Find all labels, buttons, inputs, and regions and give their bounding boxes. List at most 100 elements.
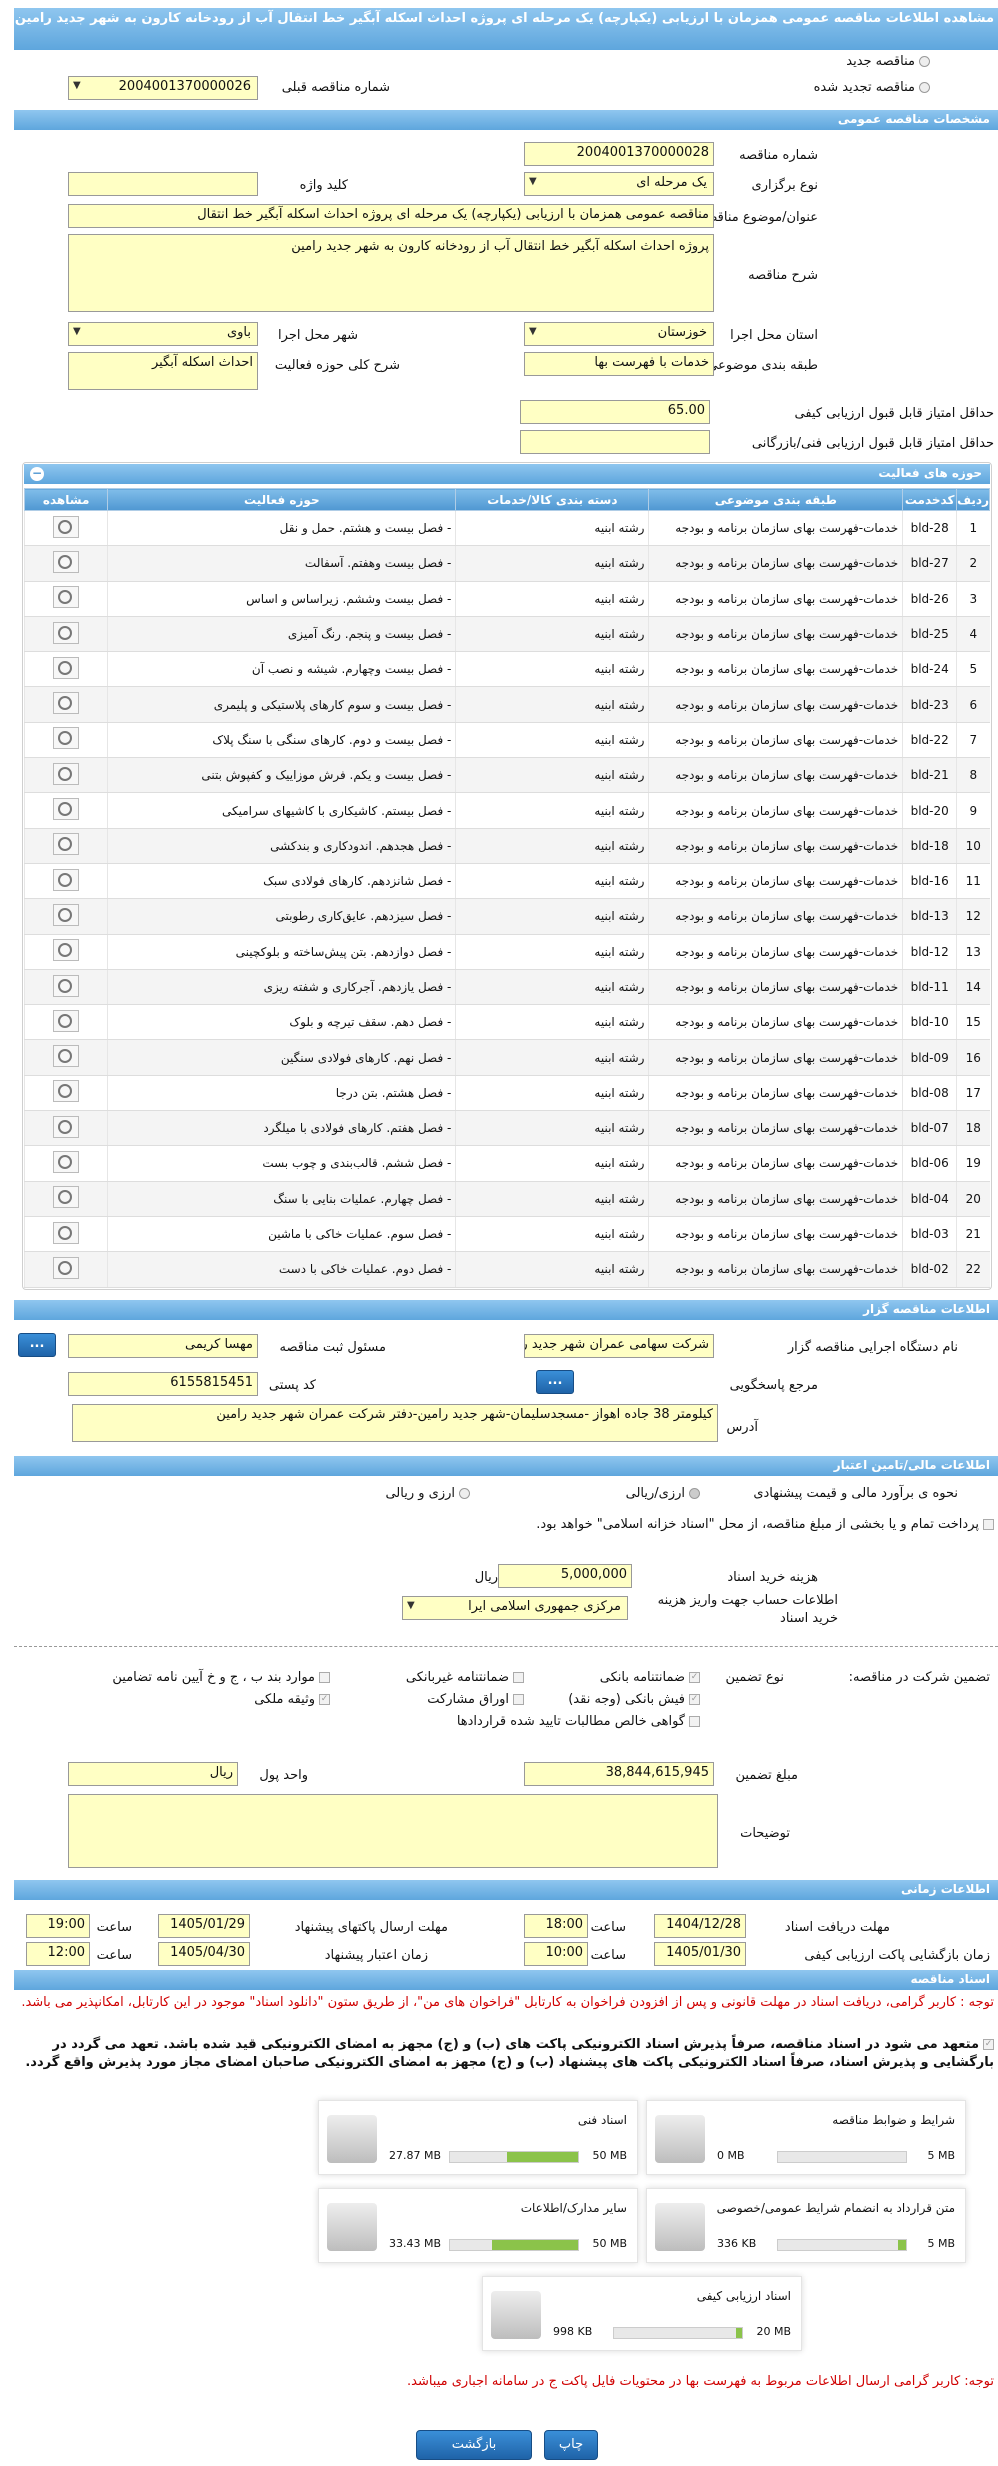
activity-scope: - فصل هشتم. بتن درجا <box>107 1075 456 1112</box>
org-label: نام دستگاه اجرایی مناقصه گزار <box>787 1340 958 1355</box>
min-quality-field[interactable]: 65.00 <box>520 400 710 424</box>
file-card[interactable]: اسناد ارزیابی کیفی 998 KB 20 MB <box>482 2276 802 2351</box>
guarantee-property[interactable]: ✓وثیقه ملکی <box>254 1692 330 1707</box>
keyword-field[interactable] <box>68 172 258 196</box>
view-icon[interactable] <box>53 515 80 538</box>
holding-type-select[interactable]: یک مرحله ای ▼ <box>524 172 714 196</box>
organizer-section-header: اطلاعات مناقصه گزار <box>14 1300 998 1320</box>
row-number: 12 <box>956 898 990 935</box>
min-tech-field[interactable] <box>520 430 710 454</box>
view-cell <box>23 757 108 794</box>
open-date[interactable]: 1405/01/30 <box>654 1942 746 1966</box>
view-icon[interactable] <box>53 1186 80 1209</box>
view-icon[interactable] <box>53 1256 80 1279</box>
subject-type: خدمات-فهرست بهای سازمان برنامه و بودجه <box>648 616 903 653</box>
subject-field[interactable]: مناقصه عمومی همزمان با ارزیابی (یکپارچه)… <box>68 204 714 228</box>
view-icon[interactable] <box>53 1150 80 1173</box>
col-group: دسته بندی کالا/خدمات <box>455 488 650 511</box>
currency-field[interactable]: ریال <box>68 1762 238 1786</box>
notes-field[interactable] <box>68 1794 718 1868</box>
view-icon[interactable] <box>53 974 80 997</box>
guarantee-bank[interactable]: ✓ضمانتنامه بانکی <box>600 1670 700 1685</box>
usage-fill <box>897 2240 906 2250</box>
file-card[interactable]: اسناد فنی 27.87 MB 50 MB <box>318 2100 638 2175</box>
back-button[interactable]: بازگشت <box>416 2430 532 2460</box>
org-field[interactable]: شرکت سهامی عمران شهر جدید رامین <box>524 1334 714 1358</box>
row-number: 2 <box>956 545 990 582</box>
view-icon[interactable] <box>53 656 80 679</box>
general-section-header: مشخصات مناقصه عمومی <box>14 110 998 130</box>
category-label: طبقه بندی موضوعی <box>707 358 818 373</box>
guarantee-claims[interactable]: گواهی خالص مطالبات تایید شده قراردادها <box>457 1714 700 1729</box>
receive-date[interactable]: 1404/12/28 <box>654 1914 746 1938</box>
account-select[interactable]: مرکزی جمهوری اسلامی ایرا ▼ <box>402 1596 628 1620</box>
file-card[interactable]: شرایط و ضوابط مناقصه 0 MB 5 MB <box>646 2100 966 2175</box>
renewed-tender-radio[interactable]: مناقصه تجدید شده <box>814 80 930 95</box>
prev-number-select[interactable]: 2004001370000026 ▼ <box>68 76 258 100</box>
subject-type: خدمات-فهرست بهای سازمان برنامه و بودجه <box>648 1075 903 1112</box>
view-icon[interactable] <box>53 903 80 926</box>
doc-fee-field[interactable]: 5,000,000 <box>498 1564 632 1588</box>
new-tender-radio[interactable]: مناقصه جدید <box>846 54 930 69</box>
scope-field[interactable]: احداث اسکله آبگیر <box>68 352 258 390</box>
view-icon[interactable] <box>53 798 80 821</box>
ref-lookup-button[interactable]: ... <box>536 1370 574 1394</box>
submit-time[interactable]: 19:00 <box>26 1914 90 1938</box>
view-icon[interactable] <box>53 1221 80 1244</box>
open-time[interactable]: 10:00 <box>524 1942 588 1966</box>
tender-number-field[interactable]: 2004001370000028 <box>524 142 714 166</box>
validity-date[interactable]: 1405/04/30 <box>158 1942 250 1966</box>
view-icon[interactable] <box>53 586 80 609</box>
file-card[interactable]: سایر مدارک/اطلاعات 33.43 MB 50 MB <box>318 2188 638 2263</box>
view-icon[interactable] <box>53 1080 80 1103</box>
postal-field[interactable]: 6155815451 <box>68 1372 258 1396</box>
view-icon[interactable] <box>53 1115 80 1138</box>
usage-bar <box>777 2151 907 2163</box>
service-code: bld-18 <box>902 828 957 864</box>
file-card[interactable]: متن قرارداد به انضمام شرایط عمومی/خصوصی 3… <box>646 2188 966 2263</box>
collapse-icon[interactable]: − <box>30 467 44 481</box>
radio-icon <box>919 82 930 93</box>
officer-lookup-button[interactable]: ... <box>18 1333 56 1357</box>
address-field[interactable]: کیلومتر 38 جاده اهواز -مسجدسلیمان-شهر جد… <box>72 1404 718 1442</box>
forex-radio[interactable]: ارزی و ریالی <box>385 1486 470 1501</box>
usage-bar <box>449 2239 579 2251</box>
view-icon[interactable] <box>53 833 80 856</box>
row-number: 7 <box>956 722 990 759</box>
view-icon[interactable] <box>53 1045 80 1068</box>
view-icon[interactable] <box>53 692 80 715</box>
submit-date[interactable]: 1405/01/29 <box>158 1914 250 1938</box>
subject-type: خدمات-فهرست بهای سازمان برنامه و بودجه <box>648 545 903 582</box>
province-select[interactable]: خوزستان ▼ <box>524 322 714 346</box>
view-icon[interactable] <box>53 1009 80 1032</box>
print-button[interactable]: چاپ <box>544 2430 598 2460</box>
commit-checkbox[interactable]: ✓متعهد می شود در اسناد مناقصه، صرفاً پذی… <box>4 2036 994 2072</box>
table-row: 14 bld-11 خدمات-فهرست بهای سازمان برنامه و… <box>23 969 990 1006</box>
guarantee-bonds[interactable]: اوراق مشارکت <box>427 1692 524 1707</box>
subject-type: خدمات-فهرست بهای سازمان برنامه و بودجه <box>648 792 903 829</box>
city-select[interactable]: باوی ▼ <box>68 322 258 346</box>
subject-type: خدمات-فهرست بهای سازمان برنامه و بودجه <box>648 651 903 688</box>
view-icon[interactable] <box>53 868 80 891</box>
category-field[interactable]: خدمات با فهرست بها <box>524 352 714 376</box>
view-icon[interactable] <box>53 939 80 962</box>
chevron-down-icon: ▼ <box>73 80 81 91</box>
view-icon[interactable] <box>53 762 80 785</box>
view-icon[interactable] <box>53 621 80 644</box>
receive-time[interactable]: 18:00 <box>524 1914 588 1938</box>
amount-field[interactable]: 38,844,615,945 <box>524 1762 714 1786</box>
rial-radio[interactable]: ارزی/ریالی <box>626 1486 700 1501</box>
receive-label: مهلت دریافت اسناد <box>784 1920 890 1935</box>
goods-group: رشته ابنیه <box>455 1216 649 1253</box>
view-icon[interactable] <box>53 727 80 750</box>
officer-field[interactable]: مهسا کریمی <box>68 1334 258 1358</box>
treasury-checkbox[interactable]: پرداخت تمام و یا بخشی از مبلغ مناقصه، از… <box>534 1516 994 1534</box>
desc-field[interactable]: پروژه احداث اسکله آبگیر خط انتقال آب از … <box>68 234 714 312</box>
guarantee-cash[interactable]: ✓فیش بانکی (وجه نقد) <box>568 1692 700 1707</box>
guarantee-nonbank[interactable]: ضمانتنامه غیربانکی <box>406 1670 524 1685</box>
guarantee-bylaw[interactable]: موارد بند ب ، ج و خ آیین نامه تضامین <box>112 1670 330 1685</box>
folder-icon <box>327 2115 377 2163</box>
view-icon[interactable] <box>53 550 80 573</box>
table-row: 9 bld-20 خدمات-فهرست بهای سازمان برنامه و … <box>23 792 990 829</box>
validity-time[interactable]: 12:00 <box>26 1942 90 1966</box>
